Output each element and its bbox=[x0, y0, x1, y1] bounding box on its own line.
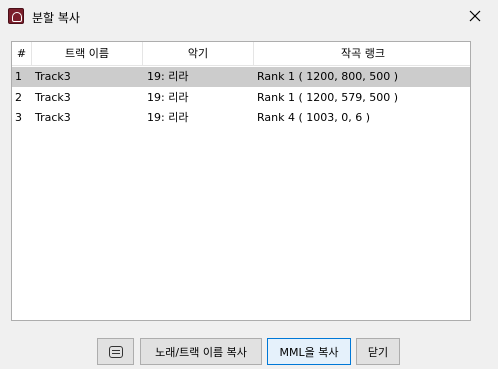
column-header-num[interactable]: # bbox=[12, 42, 32, 66]
row-num: 3 bbox=[15, 111, 22, 124]
row-instrument: 19: 리라 bbox=[147, 111, 189, 124]
close-button[interactable]: 닫기 bbox=[356, 338, 400, 365]
row-num: 2 bbox=[15, 91, 22, 104]
table-row[interactable]: 2 Track3 19: 리라 Rank 1 ( 1200, 579, 500 … bbox=[12, 88, 470, 108]
close-icon bbox=[469, 10, 481, 22]
app-icon bbox=[8, 8, 24, 24]
table-row[interactable]: 1 Track3 19: 리라 Rank 1 ( 1200, 800, 500 … bbox=[12, 67, 470, 87]
list-header: # 트랙 이름 악기 작곡 랭크 bbox=[12, 42, 470, 66]
title-bar: 분할 복사 bbox=[0, 0, 498, 32]
row-rank: Rank 4 ( 1003, 0, 6 ) bbox=[257, 111, 371, 124]
row-num: 1 bbox=[15, 70, 22, 83]
row-rank: Rank 1 ( 1200, 800, 500 ) bbox=[257, 70, 399, 83]
row-track-name: Track3 bbox=[35, 91, 71, 104]
list-icon bbox=[108, 345, 123, 358]
copy-mml-button[interactable]: MML을 복사 bbox=[267, 338, 351, 365]
row-instrument: 19: 리라 bbox=[147, 70, 189, 83]
column-header-track-name[interactable]: 트랙 이름 bbox=[32, 42, 143, 66]
copy-song-track-name-button[interactable]: 노래/트랙 이름 복사 bbox=[140, 338, 262, 365]
row-instrument: 19: 리라 bbox=[147, 91, 189, 104]
close-window-button[interactable] bbox=[452, 0, 498, 32]
window-title: 분할 복사 bbox=[32, 11, 80, 25]
table-row[interactable]: 3 Track3 19: 리라 Rank 4 ( 1003, 0, 6 ) bbox=[12, 108, 470, 128]
list-view-button[interactable] bbox=[97, 338, 134, 365]
row-rank: Rank 1 ( 1200, 579, 500 ) bbox=[257, 91, 399, 104]
row-track-name: Track3 bbox=[35, 111, 71, 124]
column-header-rank[interactable]: 작곡 랭크 bbox=[254, 42, 470, 66]
row-track-name: Track3 bbox=[35, 70, 71, 83]
column-header-instrument[interactable]: 악기 bbox=[143, 42, 254, 66]
track-list[interactable]: # 트랙 이름 악기 작곡 랭크 1 Track3 19: 리라 Rank 1 … bbox=[11, 41, 471, 321]
